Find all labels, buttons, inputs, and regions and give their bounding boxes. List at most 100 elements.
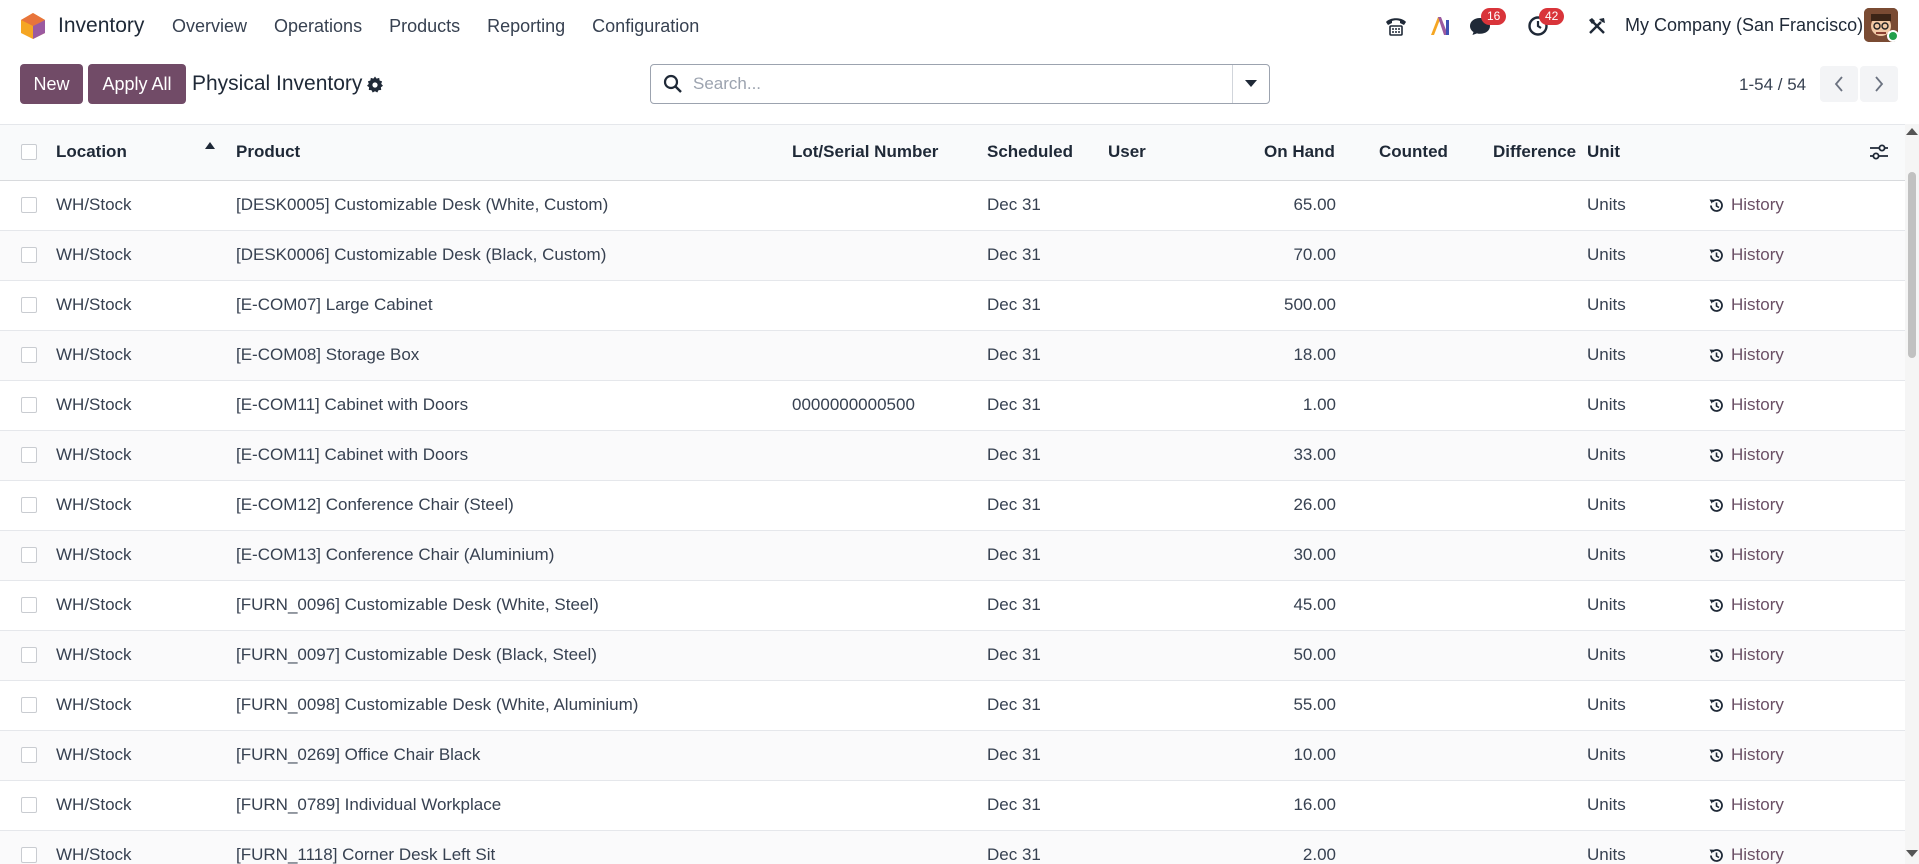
column-header-lot-serial[interactable]: Lot/Serial Number [792, 142, 938, 162]
cell-scheduled: Dec 31 [987, 695, 1041, 714]
apply-all-button[interactable]: Apply All [88, 64, 186, 104]
table-row[interactable]: WH/Stock [FURN_0096] Customizable Desk (W… [0, 581, 1905, 631]
history-button[interactable]: History [1708, 195, 1784, 215]
menu-operations[interactable]: Operations [274, 16, 362, 37]
optional-columns-sliders-icon[interactable] [1869, 143, 1889, 161]
menu-reporting[interactable]: Reporting [487, 16, 565, 37]
cell-on-hand: 500.00 [1284, 295, 1336, 314]
history-button[interactable]: History [1708, 695, 1784, 715]
cell-scheduled: Dec 31 [987, 495, 1041, 514]
history-button[interactable]: History [1708, 345, 1784, 365]
row-checkbox[interactable] [21, 297, 37, 313]
menu-products[interactable]: Products [389, 16, 460, 37]
history-button[interactable]: History [1708, 495, 1784, 515]
cell-location: WH/Stock [56, 695, 132, 714]
search-options-toggle[interactable] [1232, 65, 1269, 103]
column-header-on-hand[interactable]: On Hand [1264, 142, 1335, 162]
table-row[interactable]: WH/Stock [FURN_0097] Customizable Desk (B… [0, 631, 1905, 681]
cell-product: [DESK0005] Customizable Desk (White, Cus… [236, 195, 609, 214]
cell-unit: Units [1587, 395, 1626, 414]
app-name[interactable]: Inventory [58, 14, 144, 38]
table-row[interactable]: WH/Stock [E-COM13] Conference Chair (Alum… [0, 531, 1905, 581]
history-icon [1709, 598, 1723, 612]
activities-clock-icon[interactable]: 42 [1525, 8, 1565, 38]
column-header-scheduled[interactable]: Scheduled [987, 142, 1073, 162]
column-header-unit[interactable]: Unit [1587, 142, 1620, 162]
messages-icon[interactable]: 16 [1467, 8, 1507, 38]
table-row[interactable]: WH/Stock [FURN_0098] Customizable Desk (W… [0, 681, 1905, 731]
cell-location: WH/Stock [56, 545, 132, 564]
inventory-table: Location Product Lot/Serial Number Sched… [0, 124, 1905, 864]
chevron-right-icon [1875, 76, 1884, 92]
search-input[interactable] [693, 74, 1213, 94]
history-icon [1709, 398, 1723, 412]
table-row[interactable]: WH/Stock [E-COM11] Cabinet with Doors Dec … [0, 431, 1905, 481]
row-checkbox[interactable] [21, 447, 37, 463]
column-header-user[interactable]: User [1108, 142, 1146, 162]
gear-icon[interactable] [366, 76, 384, 94]
history-button[interactable]: History [1708, 445, 1784, 465]
cell-scheduled: Dec 31 [987, 545, 1041, 564]
scrollbar-thumb[interactable] [1908, 172, 1916, 358]
row-checkbox[interactable] [21, 697, 37, 713]
history-button[interactable]: History [1708, 545, 1784, 565]
column-header-location[interactable]: Location [56, 142, 127, 162]
table-row[interactable]: WH/Stock [FURN_1118] Corner Desk Left Sit… [0, 831, 1905, 864]
chevron-left-icon [1834, 76, 1843, 92]
history-icon [1709, 798, 1723, 812]
scroll-down-arrow-icon[interactable] [1906, 850, 1918, 857]
row-checkbox[interactable] [21, 347, 37, 363]
debug-tools-icon[interactable] [1584, 14, 1610, 38]
history-button[interactable]: History [1708, 645, 1784, 665]
inventory-app-logo-icon[interactable] [20, 12, 46, 40]
new-button[interactable]: New [20, 64, 83, 104]
cell-on-hand: 18.00 [1293, 345, 1336, 364]
row-checkbox[interactable] [21, 547, 37, 563]
row-checkbox[interactable] [21, 597, 37, 613]
table-row[interactable]: WH/Stock [E-COM07] Large Cabinet Dec 31 500… [0, 281, 1905, 331]
history-icon [1709, 248, 1723, 262]
row-checkbox[interactable] [21, 747, 37, 763]
row-checkbox[interactable] [21, 647, 37, 663]
row-checkbox[interactable] [21, 397, 37, 413]
cell-location: WH/Stock [56, 195, 132, 214]
history-button[interactable]: History [1708, 795, 1784, 815]
cell-location: WH/Stock [56, 345, 132, 364]
pager-next-button[interactable] [1860, 66, 1898, 102]
table-row[interactable]: WH/Stock [FURN_0269] Office Chair Black De… [0, 731, 1905, 781]
history-button[interactable]: History [1708, 595, 1784, 615]
scroll-up-arrow-icon[interactable] [1906, 128, 1918, 135]
row-checkbox[interactable] [21, 497, 37, 513]
pager-previous-button[interactable] [1820, 66, 1858, 102]
table-row[interactable]: WH/Stock [FURN_0789] Individual Workplace… [0, 781, 1905, 831]
column-header-difference[interactable]: Difference [1493, 142, 1576, 162]
company-switcher[interactable]: My Company (San Francisco) [1625, 15, 1863, 36]
select-all-checkbox[interactable] [21, 144, 37, 160]
table-row[interactable]: WH/Stock [E-COM11] Cabinet with Doors 0000… [0, 381, 1905, 431]
menu-configuration[interactable]: Configuration [592, 16, 699, 37]
table-row[interactable]: WH/Stock [E-COM08] Storage Box Dec 31 18.00… [0, 331, 1905, 381]
pager-value[interactable]: 1-54 / 54 [1739, 75, 1806, 95]
menu-overview[interactable]: Overview [172, 16, 247, 37]
history-button[interactable]: History [1708, 845, 1784, 864]
phone-icon[interactable] [1383, 14, 1409, 38]
table-row[interactable]: WH/Stock [DESK0005] Customizable Desk (Wh… [0, 181, 1905, 231]
row-checkbox[interactable] [21, 247, 37, 263]
row-checkbox[interactable] [21, 797, 37, 813]
table-row[interactable]: WH/Stock [DESK0006] Customizable Desk (Bl… [0, 231, 1905, 281]
history-button[interactable]: History [1708, 295, 1784, 315]
cell-scheduled: Dec 31 [987, 395, 1041, 414]
column-header-counted[interactable]: Counted [1379, 142, 1448, 162]
row-checkbox[interactable] [21, 847, 37, 863]
column-header-product[interactable]: Product [236, 142, 300, 162]
cell-on-hand: 30.00 [1293, 545, 1336, 564]
cell-unit: Units [1587, 845, 1626, 864]
history-button[interactable]: History [1708, 245, 1784, 265]
page-title: Physical Inventory [192, 72, 363, 95]
history-label: History [1731, 445, 1784, 464]
history-button[interactable]: History [1708, 745, 1784, 765]
row-checkbox[interactable] [21, 197, 37, 213]
ai-assistant-icon[interactable] [1427, 14, 1453, 38]
history-button[interactable]: History [1708, 395, 1784, 415]
table-row[interactable]: WH/Stock [E-COM12] Conference Chair (Stee… [0, 481, 1905, 531]
